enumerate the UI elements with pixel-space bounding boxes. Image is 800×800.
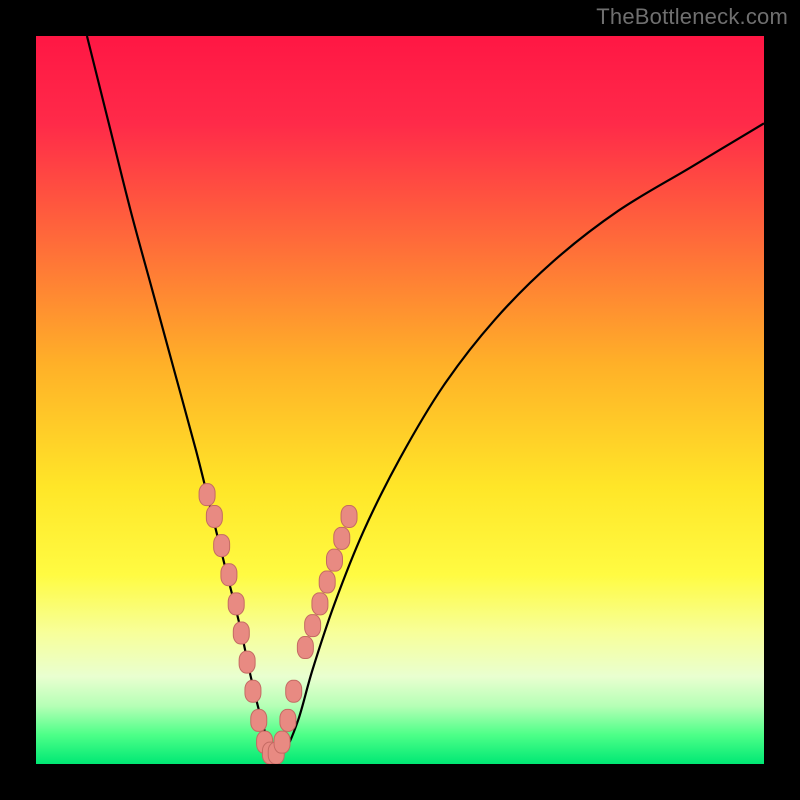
marker-bead <box>305 615 321 637</box>
marker-bead <box>297 637 313 659</box>
plot-area <box>36 36 764 764</box>
marker-bead <box>334 527 350 549</box>
marker-bead <box>239 651 255 673</box>
marker-bead <box>206 505 222 527</box>
bottleneck-curve <box>87 36 764 757</box>
marker-bead <box>326 549 342 571</box>
marker-bead <box>199 484 215 506</box>
outer-frame: TheBottleneck.com <box>0 0 800 800</box>
marker-bead <box>245 680 261 702</box>
marker-bead <box>312 593 328 615</box>
marker-bead <box>274 731 290 753</box>
watermark-text: TheBottleneck.com <box>596 4 788 30</box>
marker-bead <box>341 505 357 527</box>
marker-bead <box>221 564 237 586</box>
marker-bead <box>319 571 335 593</box>
marker-bead <box>280 709 296 731</box>
marker-bead <box>214 535 230 557</box>
curve-layer <box>36 36 764 764</box>
highlight-markers <box>199 484 357 764</box>
marker-bead <box>251 709 267 731</box>
marker-bead <box>286 680 302 702</box>
marker-bead <box>233 622 249 644</box>
marker-bead <box>228 593 244 615</box>
